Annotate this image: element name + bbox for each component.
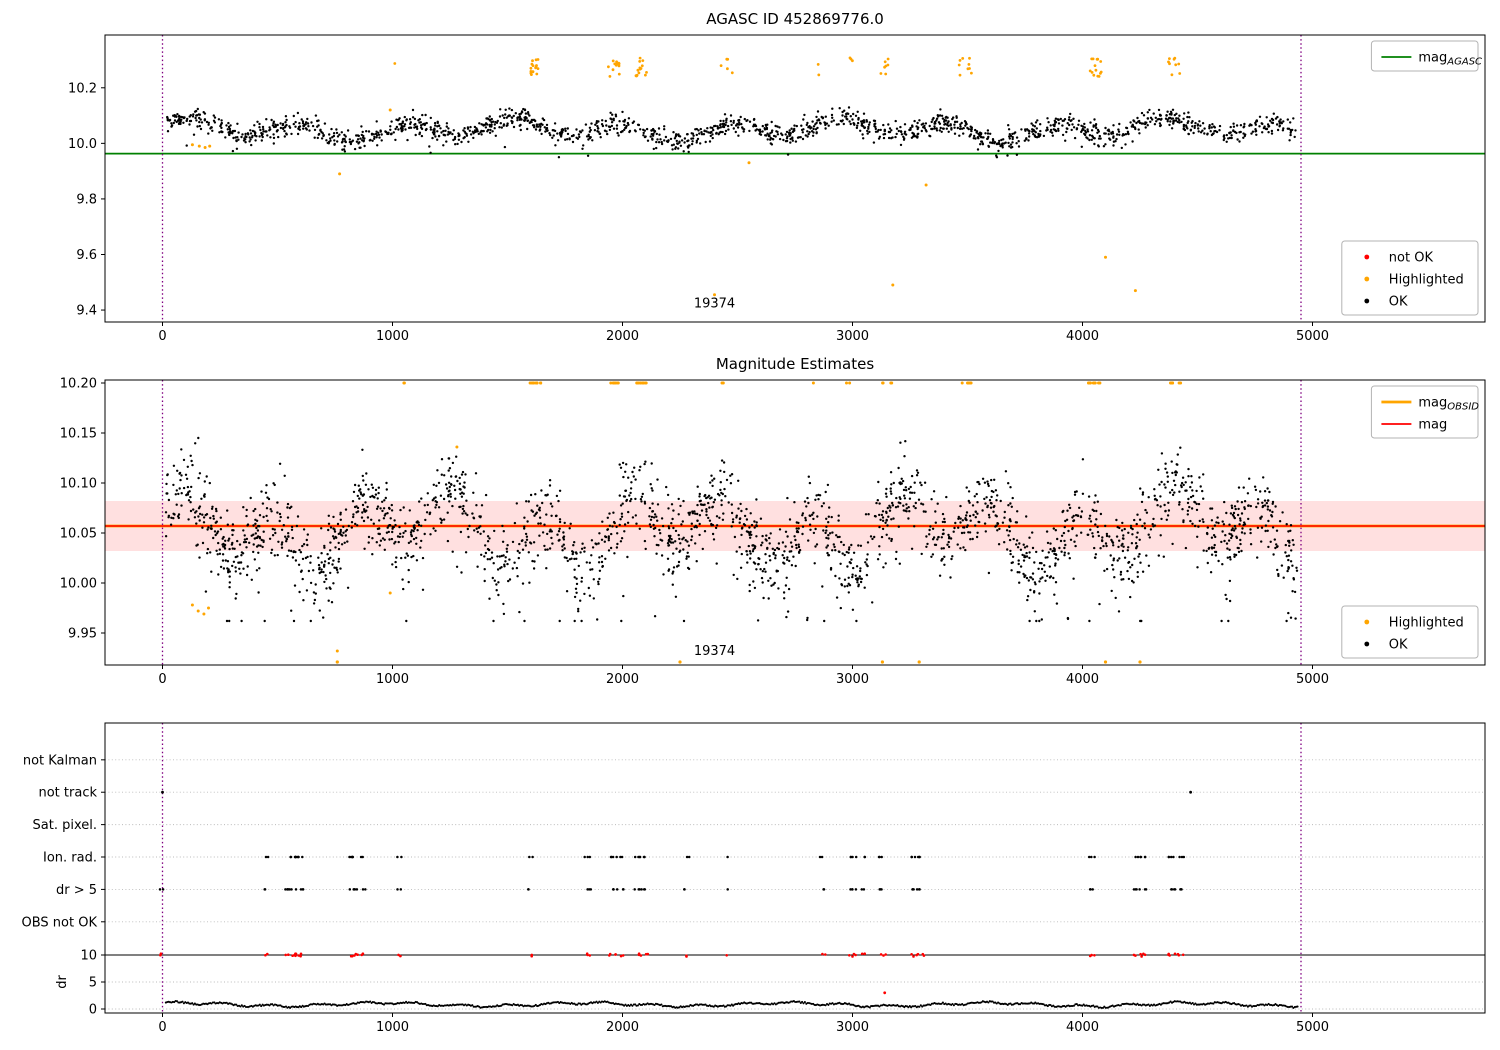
plot-flags: 0 1000 2000 3000 4000 5000 not Kalman not track… [22, 722, 1486, 1035]
legend-label: OK [1389, 295, 1408, 310]
annotation-obsid: 19374 [694, 296, 735, 311]
y-tick-label: 9.95 [68, 627, 97, 642]
x-tick-label: 3000 [836, 329, 869, 344]
flag-row-label: Ion. rad. [43, 851, 97, 866]
y-tick-label: 10.15 [60, 427, 97, 442]
legend-sample-dot [1364, 619, 1370, 625]
flag-row-label: OBS not OK [22, 915, 98, 930]
flag-row-label: Sat. pixel. [33, 818, 97, 833]
plot-title: Magnitude Estimates [716, 355, 874, 373]
x-tick-label: 0 [158, 329, 166, 344]
x-tick-label: 2000 [606, 1020, 639, 1035]
x-tick-label: 3000 [836, 1020, 869, 1035]
x-tick-label: 2000 [606, 329, 639, 344]
y-tick-label: 9.6 [76, 248, 97, 263]
legend-label: OK [1389, 638, 1408, 653]
flag-row-label: not Kalman [23, 753, 97, 768]
x-tick-label: 3000 [836, 672, 869, 687]
dr-tick-label: 0 [89, 1002, 97, 1017]
y-axis-ticks: 9.95 10.00 10.05 10.10 10.15 10.20 [60, 377, 105, 642]
y-tick-label: 10.20 [60, 377, 97, 392]
x-tick-label: 5000 [1296, 329, 1329, 344]
x-tick-label: 4000 [1066, 672, 1099, 687]
y-tick-label: 10.05 [60, 527, 97, 542]
plot-agasc-mag: 19374 0 1000 2000 3000 4000 5000 9.4 9.6 9.8 10.0 1… [68, 10, 1486, 344]
x-tick-label: 1000 [376, 329, 409, 344]
legend-lower-right: Highlighted OK [1341, 605, 1479, 659]
legend-label: mag [1418, 418, 1447, 433]
x-axis-ticks: 0 1000 2000 3000 4000 5000 [158, 322, 1329, 344]
x-tick-label: 2000 [606, 672, 639, 687]
legend-label: not OK [1389, 251, 1434, 266]
y-axis-ticks: 9.4 9.6 9.8 10.0 10.2 [68, 81, 105, 319]
x-tick-label: 4000 [1066, 1020, 1099, 1035]
flag-row-label: not track [38, 786, 97, 801]
plot-title: AGASC ID 452869776.0 [706, 10, 884, 28]
dr-tick-label: 5 [89, 975, 97, 990]
x-tick-label: 1000 [376, 672, 409, 687]
x-tick-label: 4000 [1066, 329, 1099, 344]
x-tick-label: 5000 [1296, 1020, 1329, 1035]
dr-axis-label: dr [55, 975, 70, 989]
legend-lower-right: not OK Highlighted OK [1341, 240, 1479, 316]
figure: 19374 0 1000 2000 3000 4000 5000 9.4 9.6 9.8 10.0 1… [0, 0, 1500, 1050]
legend-upper-right: magOBSIDmag [1370, 385, 1479, 439]
y-tick-label: 9.8 [76, 192, 97, 207]
legend-sample-dot [1364, 298, 1370, 304]
legend-sample-dot [1364, 641, 1370, 647]
annotation-obsid: 19374 [694, 644, 735, 659]
legend-sample-dot [1364, 254, 1370, 260]
x-tick-label: 5000 [1296, 672, 1329, 687]
y-tick-label: 9.4 [76, 304, 97, 319]
dr-tick-label: 10 [80, 949, 97, 964]
y-tick-label: 10.10 [60, 477, 97, 492]
y-tick-label: 10.2 [68, 81, 97, 96]
flag-row-label: dr > 5 [56, 883, 97, 898]
legend-upper-right: magAGASC [1370, 40, 1482, 72]
legend-label: Highlighted [1389, 273, 1464, 288]
x-axis-ticks: 0 1000 2000 3000 4000 5000 [158, 1013, 1329, 1035]
chart-svg: 193740 1000 2000 3000 4000 50009.49.69.810.01… [22, 10, 1486, 1035]
x-tick-label: 1000 [376, 1020, 409, 1035]
legend-label: Highlighted [1389, 616, 1464, 631]
x-axis-ticks: 0 1000 2000 3000 4000 5000 [158, 665, 1329, 687]
legend-sample-dot [1364, 276, 1370, 282]
plot-magnitude-estimates: 19374 0 1000 2000 3000 4000 5000 9.95 10.00 10.05… [60, 355, 1486, 687]
y-tick-label: 10.00 [60, 577, 97, 592]
x-tick-label: 0 [158, 1020, 166, 1035]
x-tick-label: 0 [158, 672, 166, 687]
y-tick-label: 10.0 [68, 137, 97, 152]
